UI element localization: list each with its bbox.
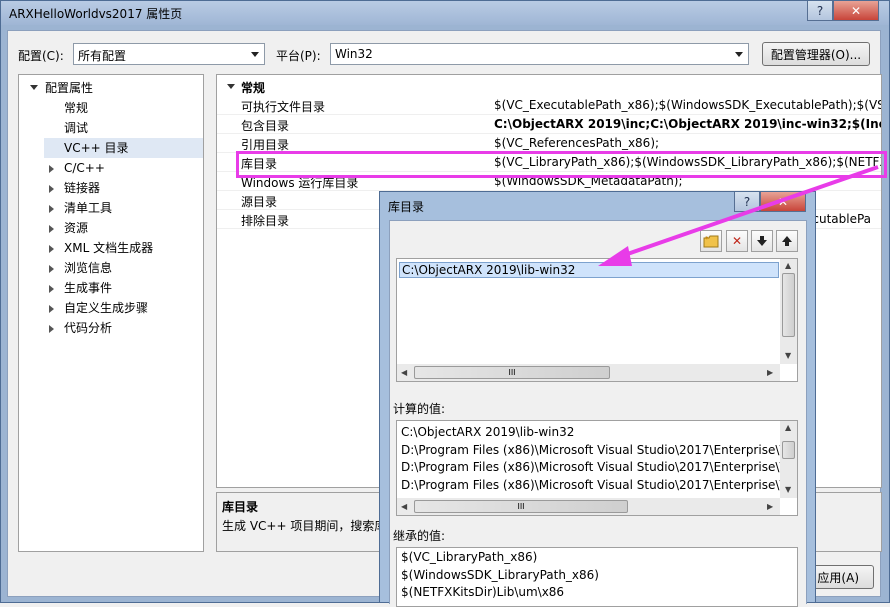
annotation-arrow bbox=[598, 165, 879, 266]
tree-item[interactable]: 生成事件 bbox=[19, 278, 203, 298]
tree-item[interactable]: 调试 bbox=[19, 118, 203, 138]
close-button[interactable]: ✕ bbox=[833, 1, 879, 21]
inherited-list: $(VC_LibraryPath_x86) $(WindowsSDK_Librar… bbox=[396, 547, 798, 607]
grid-row-value: C:\ObjectARX 2019\inc;C:\ObjectARX 2019\… bbox=[494, 117, 882, 131]
computed-vscroll-thumb[interactable] bbox=[782, 441, 795, 459]
chevron-down-icon bbox=[735, 52, 743, 57]
scroll-down-icon[interactable]: ▼ bbox=[785, 485, 791, 494]
close-icon: ✕ bbox=[850, 3, 862, 18]
grid-row-value: $(VC_ReferencesPath_x86); bbox=[494, 136, 660, 150]
computed-hscroll-thumb[interactable]: III bbox=[414, 500, 628, 513]
scroll-left-icon[interactable]: ◀ bbox=[401, 368, 407, 377]
grid-row-name: 包含目录 bbox=[241, 119, 290, 133]
expand-closed-icon[interactable] bbox=[49, 245, 54, 253]
scroll-left-icon[interactable]: ◀ bbox=[401, 502, 407, 511]
tree-item-label: XML 文档生成器 bbox=[64, 241, 154, 255]
scroll-right-icon[interactable]: ▶ bbox=[767, 502, 773, 511]
scroll-down-icon[interactable]: ▼ bbox=[785, 351, 791, 360]
tree-item-label: 常规 bbox=[64, 101, 89, 115]
tree-item-label: 自定义生成步骤 bbox=[64, 301, 149, 315]
grid-row-name: 源目录 bbox=[241, 195, 278, 209]
tree-item[interactable]: XML 文档生成器 bbox=[19, 238, 203, 258]
expand-closed-icon[interactable] bbox=[49, 325, 54, 333]
grid-category-label: 常规 bbox=[241, 81, 266, 95]
expand-closed-icon[interactable] bbox=[49, 265, 54, 273]
expand-closed-icon[interactable] bbox=[49, 225, 54, 233]
scroll-right-icon[interactable]: ▶ bbox=[767, 368, 773, 377]
tree-item-label: 链接器 bbox=[64, 181, 101, 195]
computed-vscrollbar[interactable]: ▲ ▼ bbox=[780, 421, 797, 498]
expand-open-icon[interactable] bbox=[30, 85, 38, 90]
help-icon: ? bbox=[816, 3, 824, 18]
grid-row-value: $(VC_ExecutablePath_x86);$(WindowsSDK_Ex… bbox=[494, 98, 882, 112]
tree-root[interactable]: 配置属性 bbox=[19, 78, 203, 98]
grid-row-name: 排除目录 bbox=[241, 214, 290, 228]
tree-item-label: 生成事件 bbox=[64, 281, 113, 295]
title-bar[interactable]: ARXHelloWorldvs2017 属性页 ? ✕ bbox=[1, 1, 889, 25]
grid-row-name: 可执行文件目录 bbox=[241, 100, 326, 114]
computed-label: 计算的值: bbox=[393, 402, 446, 416]
list-item[interactable]: D:\Program Files (x86)\Microsoft Visual … bbox=[401, 443, 788, 457]
config-manager-button[interactable]: 配置管理器(O)... bbox=[762, 42, 870, 66]
property-tree[interactable]: 配置属性 常规调试 VC++ 目录 C/C++ 链接器清单工具资源 XML 文档生成器浏… bbox=[18, 74, 204, 552]
description-title: 库目录 bbox=[222, 500, 259, 514]
edit-list-vscroll-thumb[interactable] bbox=[782, 273, 795, 337]
config-label: 配置(C): bbox=[18, 49, 64, 63]
grid-row[interactable]: 可执行文件目录 $(VC_ExecutablePath_x86);$(Window… bbox=[217, 96, 881, 115]
tree-item-label: 清单工具 bbox=[64, 201, 113, 215]
tree-item[interactable]: 常规 bbox=[19, 98, 203, 118]
dialog-title: 库目录 bbox=[388, 200, 425, 214]
expand-closed-icon[interactable] bbox=[49, 165, 54, 173]
tree-item-label: 调试 bbox=[64, 121, 89, 135]
list-item[interactable]: D:\Program Files (x86)\Microsoft Visual … bbox=[401, 478, 788, 492]
scroll-up-icon[interactable]: ▲ bbox=[785, 423, 791, 432]
platform-dropdown[interactable]: Win32 bbox=[330, 43, 749, 65]
list-item[interactable]: D:\Program Files (x86)\Microsoft Visual … bbox=[401, 460, 788, 474]
tree-item[interactable]: 清单工具 bbox=[19, 198, 203, 218]
tree-item-label: C/C++ bbox=[64, 161, 105, 175]
tree-item-label: VC++ 目录 bbox=[64, 141, 129, 155]
expand-open-icon[interactable] bbox=[227, 84, 235, 89]
tree-item[interactable]: C/C++ bbox=[19, 158, 203, 178]
list-item[interactable]: $(VC_LibraryPath_x86) bbox=[401, 550, 537, 564]
tree-item[interactable]: 资源 bbox=[19, 218, 203, 238]
config-value: 所有配置 bbox=[78, 49, 127, 63]
computed-hscrollbar[interactable]: ◀ III ▶ bbox=[397, 498, 780, 515]
list-item[interactable]: $(NETFXKitsDir)Lib\um\x86 bbox=[401, 585, 564, 599]
description-text: 生成 VC++ 项目期间，搜索库 bbox=[222, 519, 387, 533]
tree-item-label: 浏览信息 bbox=[64, 261, 113, 275]
grid-category[interactable]: 常规 bbox=[217, 77, 881, 96]
hscroll-grip: III bbox=[517, 502, 525, 511]
expand-closed-icon[interactable] bbox=[49, 185, 54, 193]
platform-label: 平台(P): bbox=[276, 49, 321, 63]
chevron-down-icon bbox=[251, 52, 259, 57]
config-dropdown[interactable]: 所有配置 bbox=[73, 43, 265, 65]
edit-list-hscroll-thumb[interactable]: III bbox=[414, 366, 610, 379]
tree-item[interactable]: 链接器 bbox=[19, 178, 203, 198]
edit-list-hscrollbar[interactable]: ◀ III ▶ bbox=[397, 364, 780, 381]
expand-closed-icon[interactable] bbox=[49, 205, 54, 213]
list-item[interactable]: $(WindowsSDK_LibraryPath_x86) bbox=[401, 568, 599, 582]
platform-value: Win32 bbox=[335, 47, 373, 61]
hscroll-grip: III bbox=[508, 368, 516, 377]
tree-item-label: 资源 bbox=[64, 221, 89, 235]
tree-item-label: 代码分析 bbox=[64, 321, 113, 335]
expand-closed-icon[interactable] bbox=[49, 305, 54, 313]
grid-row[interactable]: 包含目录 C:\ObjectARX 2019\inc;C:\ObjectARX 2… bbox=[217, 115, 881, 134]
inherited-label: 继承的值: bbox=[393, 529, 446, 543]
tree-item[interactable]: 代码分析 bbox=[19, 318, 203, 338]
help-button[interactable]: ? bbox=[807, 1, 833, 21]
tree-item[interactable]: VC++ 目录 bbox=[44, 138, 203, 158]
computed-list[interactable]: C:\ObjectARX 2019\lib-win32 D:\Program Fi… bbox=[396, 420, 798, 516]
window-title: ARXHelloWorldvs2017 属性页 bbox=[9, 7, 183, 21]
list-item[interactable]: C:\ObjectARX 2019\lib-win32 bbox=[401, 425, 574, 439]
tree-item[interactable]: 浏览信息 bbox=[19, 258, 203, 278]
tree-root-label: 配置属性 bbox=[45, 81, 94, 95]
tree-item[interactable]: 自定义生成步骤 bbox=[19, 298, 203, 318]
expand-closed-icon[interactable] bbox=[49, 285, 54, 293]
